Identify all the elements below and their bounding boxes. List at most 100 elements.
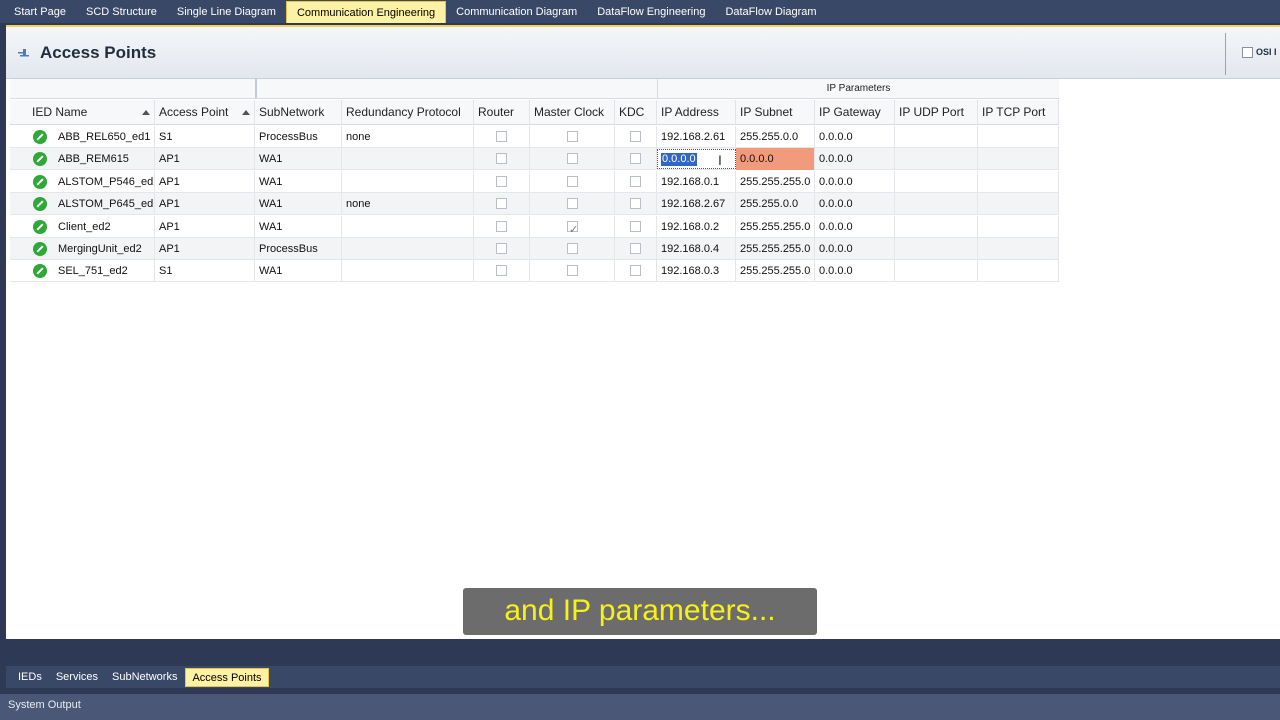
cell-ied[interactable]: ABB_REL650_ed1 (54, 126, 155, 148)
column-header-ip-udp-port[interactable]: IP UDP Port (895, 100, 978, 125)
cell-subnet[interactable]: WA1 (255, 193, 342, 216)
doc-tab-single-line-diagram[interactable]: Single Line Diagram (167, 1, 286, 23)
cell-ap[interactable]: AP1 (155, 238, 255, 260)
cell-udp[interactable] (895, 260, 978, 283)
cell-redundancy[interactable] (342, 170, 474, 193)
cell-subnet[interactable]: WA1 (255, 148, 342, 171)
column-header-ip-gateway[interactable]: IP Gateway (815, 100, 895, 125)
cell-mask[interactable]: 255.255.255.0 (736, 170, 815, 193)
cell-ied[interactable]: SEL_751_ed2 (54, 260, 155, 283)
column-header-kdc[interactable]: KDC (615, 100, 657, 125)
cell-ap[interactable]: S1 (155, 126, 255, 148)
cell-mask[interactable]: 255.255.255.0 (736, 238, 815, 260)
system-output-bar[interactable]: System Output (0, 694, 1280, 720)
cell-redundancy[interactable]: none (342, 126, 474, 148)
cell-mask[interactable]: 255.255.0.0 (736, 126, 815, 148)
table-row[interactable]: SEL_751_ed2 S1 WA1 192.168.0.3 255.255.255.0… (10, 260, 1059, 283)
cell-ied[interactable]: Client_ed2 (54, 215, 155, 238)
cell-udp[interactable] (895, 126, 978, 148)
cell-tcp[interactable] (978, 193, 1059, 216)
cell-ip[interactable]: 192.168.0.3 (657, 260, 736, 283)
cell-tcp[interactable] (978, 215, 1059, 238)
column-header-access-point[interactable]: Access Point (155, 100, 255, 125)
bottom-tab-subnetworks[interactable]: SubNetworks (106, 668, 183, 687)
cell-ied[interactable]: MergingUnit_ed2 (54, 238, 155, 260)
kdc-checkbox[interactable] (630, 265, 641, 277)
kdc-checkbox[interactable] (630, 131, 641, 142)
cell-udp[interactable] (895, 170, 978, 193)
bottom-tab-services[interactable]: Services (50, 668, 104, 687)
table-row[interactable]: IABB_REM615AP1WA10.0.0.00.0.0.00.0.0.0I (10, 148, 1059, 171)
cell-redundancy[interactable] (342, 148, 474, 171)
column-header-master-clock[interactable]: Master Clock (530, 100, 615, 125)
cell-ip[interactable]: 192.168.2.67 (657, 193, 736, 216)
column-header-ip-address[interactable]: IP Address (657, 100, 736, 125)
cell-mask[interactable]: 255.255.255.0 (736, 260, 815, 283)
table-row[interactable]: ALSTOM_P546_ed2 AP1 WA1 192.168.0.1 255.255.… (10, 170, 1059, 193)
cell-mask[interactable]: 0.0.0.0 (736, 148, 815, 171)
cell-udp[interactable] (895, 193, 978, 216)
cell-udp[interactable] (895, 148, 978, 171)
cell-redundancy[interactable]: none (342, 193, 474, 216)
bottom-tab-ieds[interactable]: IEDs (12, 668, 48, 687)
cell-subnet[interactable]: WA1 (255, 215, 342, 238)
cell-gateway[interactable]: 0.0.0.0 (815, 215, 895, 238)
router-checkbox[interactable] (496, 243, 507, 254)
master-clock-checkbox[interactable] (567, 219, 578, 238)
cell-subnet[interactable]: WA1 (255, 170, 342, 193)
kdc-checkbox[interactable] (630, 198, 641, 210)
kdc-checkbox[interactable] (630, 243, 641, 254)
master-clock-checkbox[interactable] (567, 198, 578, 210)
router-checkbox[interactable] (496, 198, 507, 210)
column-header-router[interactable]: Router (474, 100, 530, 125)
cell-gateway[interactable]: 0.0.0.0 (815, 260, 895, 283)
cell-gateway[interactable]: 0.0.0.0 (815, 193, 895, 216)
router-checkbox[interactable] (496, 131, 507, 142)
master-clock-checkbox[interactable] (567, 175, 578, 187)
column-header-ied-name[interactable]: IED Name (28, 100, 155, 125)
cell-gateway[interactable]: 0.0.0.0 (815, 170, 895, 193)
cell-subnet[interactable]: ProcessBus (255, 238, 342, 260)
column-header-subnetwork[interactable]: SubNetwork (255, 100, 342, 125)
master-clock-checkbox[interactable] (567, 243, 578, 254)
cell-ip[interactable]: 192.168.0.1 (657, 170, 736, 193)
column-header-redundancy-protocol[interactable]: Redundancy Protocol (342, 100, 474, 125)
router-checkbox[interactable] (496, 220, 507, 232)
cell-ap[interactable]: AP1 (155, 215, 255, 238)
sort-ascending-icon[interactable] (142, 110, 150, 115)
kdc-checkbox[interactable] (630, 220, 641, 232)
cell-ap[interactable]: S1 (155, 260, 255, 283)
cell-tcp[interactable] (978, 260, 1059, 283)
master-clock-checkbox[interactable] (567, 153, 578, 165)
column-header-ip-subnet[interactable]: IP Subnet (736, 100, 815, 125)
osi-checkbox[interactable] (1242, 47, 1253, 58)
router-checkbox[interactable] (496, 265, 507, 277)
kdc-checkbox[interactable] (630, 175, 641, 187)
table-row[interactable]: ABB_REL650_ed1 S1 ProcessBus none 192.168.2.… (10, 126, 1059, 148)
router-checkbox[interactable] (496, 153, 507, 165)
table-row[interactable]: Client_ed2AP1WA1 192.168.0.2255.255.255.0… (10, 215, 1059, 238)
cell-tcp[interactable] (978, 170, 1059, 193)
cell-gateway[interactable]: 0.0.0.0 (815, 126, 895, 148)
bottom-tab-access-points[interactable]: Access Points (185, 667, 269, 687)
sort-ascending-icon[interactable] (242, 110, 250, 115)
cell-ap[interactable]: AP1 (155, 193, 255, 216)
kdc-checkbox[interactable] (630, 153, 641, 165)
cell-ap[interactable]: AP1 (155, 148, 255, 171)
cell-ied[interactable]: ALSTOM_P645_ed1 (54, 193, 155, 216)
cell-ip[interactable]: 192.168.2.61 (657, 126, 736, 148)
cell-tcp[interactable] (978, 238, 1059, 260)
table-row[interactable]: ALSTOM_P645_ed1 AP1 WA1 none 192.168.2.67 255… (10, 193, 1059, 216)
master-clock-checkbox[interactable] (567, 131, 578, 142)
cell-gateway[interactable]: 0.0.0.0 (815, 238, 895, 260)
column-header-ip-tcp-port[interactable]: IP TCP Port (978, 100, 1059, 125)
cell-redundancy[interactable] (342, 215, 474, 238)
cell-ied[interactable]: ABB_REM615 (54, 148, 155, 171)
cell-ip[interactable]: 192.168.0.4 (657, 238, 736, 260)
table-row[interactable]: MergingUnit_ed2 AP1 ProcessBus 192.168.0.4 2… (10, 238, 1059, 260)
cell-tcp[interactable] (978, 148, 1059, 171)
cell-gateway[interactable]: 0.0.0.0 (815, 148, 895, 171)
doc-tab-scd-structure[interactable]: SCD Structure (76, 1, 167, 23)
cell-tcp[interactable] (978, 126, 1059, 148)
pin-icon[interactable] (18, 48, 30, 60)
